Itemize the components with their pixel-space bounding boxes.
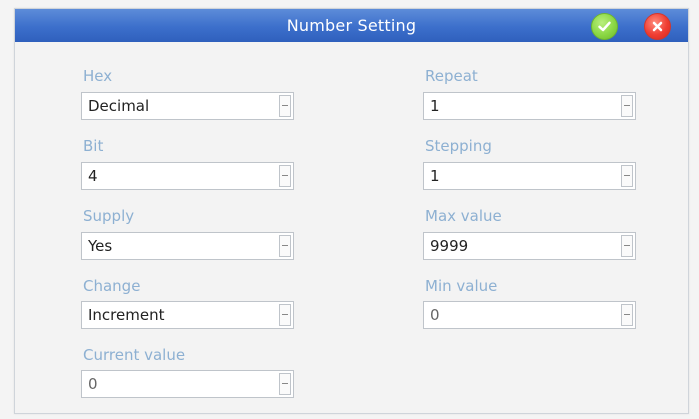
hex-select[interactable]: Decimal xyxy=(81,92,294,120)
hex-dropdown-button[interactable] xyxy=(279,95,291,117)
repeat-label: Repeat xyxy=(425,67,478,85)
min-value-dropdown-button[interactable] xyxy=(621,304,633,326)
repeat-value: 1 xyxy=(430,97,440,115)
number-setting-dialog: Number Setting Hex Decimal Bit 4 Supply … xyxy=(14,8,689,414)
supply-dropdown-button[interactable] xyxy=(279,235,291,257)
dropdown-icon xyxy=(282,383,288,384)
stepping-label: Stepping xyxy=(425,137,492,155)
current-value-dropdown-button[interactable] xyxy=(279,373,291,395)
close-button[interactable] xyxy=(644,13,671,40)
confirm-button[interactable] xyxy=(591,13,618,40)
stepping-select[interactable]: 1 xyxy=(423,162,636,190)
checkmark-icon xyxy=(598,21,611,32)
max-value-dropdown-button[interactable] xyxy=(621,235,633,257)
repeat-select[interactable]: 1 xyxy=(423,92,636,120)
change-dropdown-button[interactable] xyxy=(279,304,291,326)
title-bar: Number Setting xyxy=(15,9,688,42)
close-icon xyxy=(652,21,663,32)
dialog-title: Number Setting xyxy=(286,16,417,35)
dropdown-icon xyxy=(282,105,288,106)
current-value-select[interactable]: 0 xyxy=(81,370,294,398)
max-value-select[interactable]: 9999 xyxy=(423,232,636,260)
dropdown-icon xyxy=(282,245,288,246)
stepping-value: 1 xyxy=(430,167,440,185)
bit-value: 4 xyxy=(88,167,98,185)
change-select[interactable]: Increment xyxy=(81,301,294,329)
stepping-dropdown-button[interactable] xyxy=(621,165,633,187)
min-value-select[interactable]: 0 xyxy=(423,301,636,329)
bit-select[interactable]: 4 xyxy=(81,162,294,190)
hex-value: Decimal xyxy=(88,97,150,115)
dropdown-icon xyxy=(624,175,630,176)
supply-value: Yes xyxy=(88,237,113,255)
supply-select[interactable]: Yes xyxy=(81,232,294,260)
dropdown-icon xyxy=(624,314,630,315)
min-value-value: 0 xyxy=(430,306,440,324)
dropdown-icon xyxy=(282,175,288,176)
dropdown-icon xyxy=(282,314,288,315)
supply-label: Supply xyxy=(83,207,135,225)
bit-label: Bit xyxy=(83,137,104,155)
dropdown-icon xyxy=(624,245,630,246)
max-value-label: Max value xyxy=(425,207,502,225)
dropdown-icon xyxy=(624,105,630,106)
repeat-dropdown-button[interactable] xyxy=(621,95,633,117)
current-value-label: Current value xyxy=(83,346,186,364)
current-value-value: 0 xyxy=(88,375,98,393)
change-value: Increment xyxy=(88,306,165,324)
min-value-label: Min value xyxy=(425,277,498,295)
change-label: Change xyxy=(83,277,141,295)
hex-label: Hex xyxy=(83,67,113,85)
max-value-value: 9999 xyxy=(430,237,469,255)
bit-dropdown-button[interactable] xyxy=(279,165,291,187)
